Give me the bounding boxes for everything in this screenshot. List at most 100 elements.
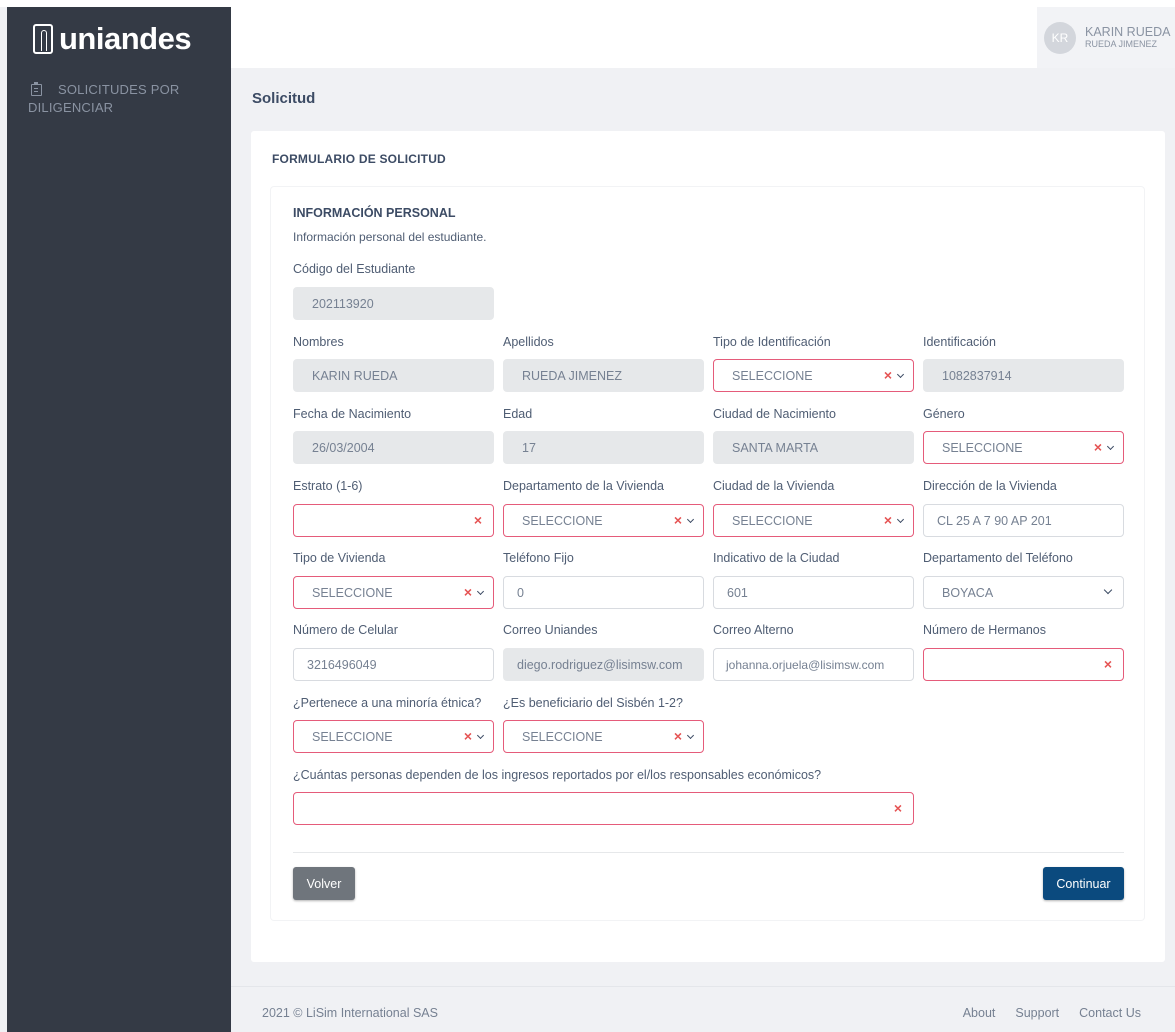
user-subname: RUEDA JIMENEZ <box>1085 38 1158 49</box>
brand-name: uniandes <box>59 21 192 56</box>
sidebar-item-label: SOLICITUDES POR <box>58 82 180 97</box>
ciudad-vivienda-label: Ciudad de la Vivienda <box>713 479 835 493</box>
correo-alterno-value: johanna.orjuela@lisimsw.com <box>726 657 885 672</box>
tipo-id-label: Tipo de Identificación <box>713 335 831 349</box>
form-card: FORMULARIO DE SOLICITUD <box>251 131 1165 962</box>
user-name: KARIN RUEDA <box>1085 24 1171 39</box>
apellidos-field: RUEDA JIMENEZ <box>503 359 704 392</box>
footer-link-support[interactable]: Support <box>1015 1006 1059 1020</box>
sisben-value: SELECCIONE <box>522 729 603 744</box>
clear-icon[interactable]: × <box>674 513 682 527</box>
section-title: INFORMACIÓN PERSONAL <box>293 206 456 220</box>
codigo-value: 202113920 <box>312 296 374 311</box>
depto-vivienda-select[interactable]: SELECCIONE × <box>503 504 704 537</box>
avatar: KR <box>1044 21 1076 54</box>
edad-label: Edad <box>503 407 533 421</box>
ciudad-nac-field: SANTA MARTA <box>713 431 914 464</box>
indicativo-value: 601 <box>727 585 748 600</box>
genero-value: SELECCIONE <box>942 440 1023 455</box>
dependientes-label: ¿Cuántas personas dependen de los ingres… <box>293 768 822 782</box>
clear-icon[interactable]: × <box>1104 657 1112 671</box>
minoria-select[interactable]: SELECCIONE × <box>293 720 494 753</box>
hermanos-input[interactable]: × <box>923 648 1124 681</box>
apellidos-value: RUEDA JIMENEZ <box>522 368 623 383</box>
tipo-id-select[interactable]: SELECCIONE × <box>713 359 914 392</box>
telefono-fijo-label: Teléfono Fijo <box>503 551 574 565</box>
nombres-field: KARIN RUEDA <box>293 359 494 392</box>
minoria-value: SELECCIONE <box>312 729 393 744</box>
clear-icon[interactable]: × <box>474 513 482 527</box>
celular-label: Número de Celular <box>293 623 398 637</box>
sidebar-item-solicitudes[interactable]: SOLICITUDES POR <box>7 71 231 99</box>
celular-value: 3216496049 <box>307 657 377 672</box>
footer-links: About Support Contact Us <box>963 1006 1141 1020</box>
correo-uniandes-field: diego.rodriguez@lisimsw.com <box>503 648 704 681</box>
clear-icon[interactable]: × <box>884 513 892 527</box>
dependientes-input[interactable]: × <box>293 792 914 825</box>
tipo-vivienda-label: Tipo de Vivienda <box>293 551 386 565</box>
identificacion-value: 1082837914 <box>942 368 1012 383</box>
nombres-value: KARIN RUEDA <box>312 368 398 383</box>
brand-logo[interactable]: uniandes <box>7 7 231 71</box>
estrato-label: Estrato (1-6) <box>293 479 363 493</box>
section-subtitle: Información personal del estudiante. <box>293 230 487 244</box>
tipo-vivienda-value: SELECCIONE <box>312 585 393 600</box>
celular-input[interactable]: 3216496049 <box>293 648 494 681</box>
apellidos-label: Apellidos <box>503 335 554 349</box>
chevron-down-icon <box>686 515 695 524</box>
tipo-id-value: SELECCIONE <box>732 368 813 383</box>
chevron-down-icon <box>686 731 695 740</box>
user-menu[interactable]: KR KARIN RUEDA RUEDA JIMENEZ <box>1037 7 1175 68</box>
chevron-down-icon <box>896 370 905 379</box>
fecha-nac-value: 26/03/2004 <box>312 440 375 455</box>
volver-button[interactable]: Volver <box>293 867 355 900</box>
hermanos-label: Número de Hermanos <box>923 623 1046 637</box>
depto-vivienda-value: SELECCIONE <box>522 513 603 528</box>
clipboard-icon <box>31 82 42 96</box>
ciudad-nac-value: SANTA MARTA <box>732 440 819 455</box>
direccion-input[interactable]: CL 25 A 7 90 AP 201 <box>923 504 1124 537</box>
indicativo-label: Indicativo de la Ciudad <box>713 551 840 565</box>
chevron-down-icon <box>1106 442 1115 451</box>
direccion-label: Dirección de la Vivienda <box>923 479 1057 493</box>
estrato-input[interactable]: × <box>293 504 494 537</box>
footer-link-contact[interactable]: Contact Us <box>1079 1006 1141 1020</box>
footer: 2021 © LiSim International SAS About Sup… <box>231 986 1175 1032</box>
edad-field: 17 <box>503 431 704 464</box>
tipo-vivienda-select[interactable]: SELECCIONE × <box>293 576 494 609</box>
page-title: Solicitud <box>252 90 316 107</box>
telefono-fijo-value: 0 <box>517 585 524 600</box>
minoria-label: ¿Pertenece a una minoría étnica? <box>293 696 482 710</box>
codigo-label: Código del Estudiante <box>293 262 416 276</box>
ciudad-nac-label: Ciudad de Nacimiento <box>713 407 836 421</box>
correo-alterno-label: Correo Alterno <box>713 623 794 637</box>
nombres-label: Nombres <box>293 335 344 349</box>
continuar-button[interactable]: Continuar <box>1043 867 1124 900</box>
card-title: FORMULARIO DE SOLICITUD <box>272 152 446 166</box>
sisben-select[interactable]: SELECCIONE × <box>503 720 704 753</box>
ciudad-vivienda-value: SELECCIONE <box>732 513 813 528</box>
clear-icon[interactable]: × <box>894 801 902 815</box>
sidebar: uniandes SOLICITUDES POR DILIGENCIAR <box>7 7 231 1032</box>
clear-icon[interactable]: × <box>884 368 892 382</box>
telefono-fijo-input[interactable]: 0 <box>503 576 704 609</box>
chevron-down-icon <box>896 515 905 524</box>
footer-link-about[interactable]: About <box>963 1006 996 1020</box>
correo-alterno-input[interactable]: johanna.orjuela@lisimsw.com <box>713 648 914 681</box>
clear-icon[interactable]: × <box>674 729 682 743</box>
indicativo-input[interactable]: 601 <box>713 576 914 609</box>
divider <box>293 852 1124 853</box>
clear-icon[interactable]: × <box>464 585 472 599</box>
codigo-field: 202113920 <box>293 287 494 320</box>
ciudad-vivienda-select[interactable]: SELECCIONE × <box>713 504 914 537</box>
depto-telefono-label: Departamento del Teléfono <box>923 551 1073 565</box>
clear-icon[interactable]: × <box>464 729 472 743</box>
footer-copyright: 2021 © LiSim International SAS <box>262 1006 438 1020</box>
chevron-down-icon <box>1103 585 1113 595</box>
fecha-nac-label: Fecha de Nacimiento <box>293 407 412 421</box>
header: KR KARIN RUEDA RUEDA JIMENEZ <box>231 7 1175 68</box>
depto-telefono-select[interactable]: BOYACA <box>923 576 1124 609</box>
correo-uniandes-label: Correo Uniandes <box>503 623 598 637</box>
clear-icon[interactable]: × <box>1094 440 1102 454</box>
genero-select[interactable]: SELECCIONE × <box>923 431 1124 464</box>
